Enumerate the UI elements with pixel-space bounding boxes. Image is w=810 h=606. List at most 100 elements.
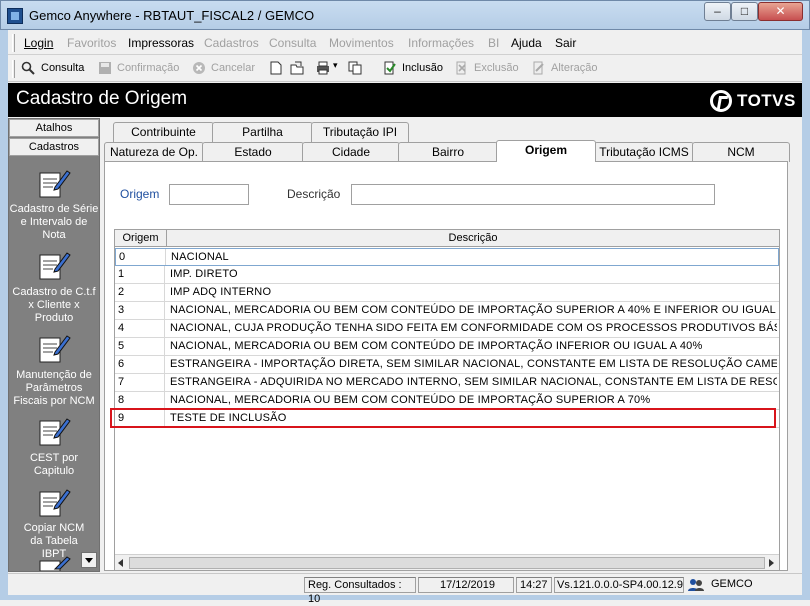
close-button[interactable]: ✕ [758,2,803,21]
cell-descricao: NACIONAL, CUJA PRODUÇÃO TENHA SIDO FEITA… [170,322,777,334]
status-reg-consultados: Reg. Consultados : 10 [304,577,416,605]
tab-cidade[interactable]: Cidade [302,142,400,162]
exclusao-button[interactable]: Exclusão [474,62,519,74]
users-icon [688,579,704,591]
menu-ajuda[interactable]: Ajuda [511,36,542,50]
printer-dropdown-icon[interactable]: ▾ [333,60,338,71]
table-row[interactable]: 0 NACIONAL [115,248,779,266]
cell-origem: 0 [116,249,166,265]
menu-favoritos[interactable]: Favoritos [67,36,116,50]
tab-tributacao-ipi[interactable]: Tributação IPI [311,122,409,142]
cancelar-button[interactable]: Cancelar [211,62,255,74]
document-pen-icon[interactable] [37,415,71,447]
maximize-button[interactable]: □ [731,2,758,21]
new-document-icon[interactable] [269,61,283,75]
document-pen-icon[interactable] [37,332,71,364]
cell-origem: 6 [115,356,165,373]
totvs-logo-mark-icon [710,90,732,112]
toolbar: Consulta Confirmação Cancelar ▾ Inclusão… [8,56,802,82]
descricao-input[interactable] [351,184,715,205]
document-pen-icon[interactable] [37,249,71,281]
status-version: Vs.121.0.0.0-SP4.00.12.9 [554,577,684,593]
cell-origem: 5 [115,338,165,355]
scroll-right-arrow-icon[interactable] [769,559,774,567]
origem-input[interactable] [169,184,249,205]
menu-sair[interactable]: Sair [555,36,576,50]
menu-cadastros[interactable]: Cadastros [204,36,259,50]
cell-origem: 1 [115,266,165,283]
document-pen-icon[interactable] [37,555,71,571]
origem-label: Origem [120,187,160,201]
window-title: Gemco Anywhere - RBTAUT_FISCAL2 / GEMCO [29,8,315,23]
alteracao-button[interactable]: Alteração [551,62,597,74]
tab-partilha[interactable]: Partilha [212,122,313,142]
cell-descricao: NACIONAL, MERCADORIA OU BEM COM CONTEÚDO… [170,340,703,352]
sidebar-item-parametros-ncm[interactable]: Manutenção de Parâmetros Fiscais por NCM [9,369,99,408]
page-title: Cadastro de Origem [16,88,188,109]
origem-grid[interactable]: Origem Descrição 0 NACIONAL 1 IMP. DIRETO 2 I… [114,229,780,571]
toolbar-grip[interactable] [12,60,15,78]
status-date: 17/12/2019 [418,577,514,593]
confirmacao-button[interactable]: Confirmação [117,62,179,74]
cell-descricao: NACIONAL, MERCADORIA OU BEM COM CONTEÚDO… [170,304,777,316]
cell-origem: 4 [115,320,165,337]
copy-icon[interactable] [348,61,362,75]
horizontal-scrollbar[interactable] [115,554,779,570]
cell-descricao: IMP ADQ INTERNO [170,286,272,298]
scroll-left-arrow-icon[interactable] [118,559,123,567]
sidebar-item-cest[interactable]: CEST por Capitulo [9,452,99,478]
menu-login[interactable]: Login [24,36,53,50]
printer-icon[interactable] [316,61,330,75]
title-bar[interactable]: Gemco Anywhere - RBTAUT_FISCAL2 / GEMCO … [0,0,810,30]
column-header-descricao[interactable]: Descrição [167,230,779,247]
cancel-icon [193,62,205,74]
add-record-icon [384,61,396,75]
consulta-button[interactable]: Consulta [41,62,84,74]
menu-bar: Login Favoritos Impressoras Cadastros Co… [8,31,802,55]
tab-tributacao-icms[interactable]: Tributação ICMS [594,142,694,162]
menu-grip[interactable] [12,34,15,52]
table-row[interactable]: 2 IMP ADQ INTERNO [115,284,779,302]
screen-header: Cadastro de Origem TOTVS [8,83,802,117]
search-icon [21,61,35,75]
totvs-logo: TOTVS [710,89,798,113]
table-row[interactable]: 4 NACIONAL, CUJA PRODUÇÃO TENHA SIDO FEIT… [115,320,779,338]
tab-estado[interactable]: Estado [202,142,304,162]
menu-bi[interactable]: BI [488,36,499,50]
document-pen-icon[interactable] [37,486,71,518]
sidebar: Atalhos Cadastros Cadastro de Série e In… [8,118,100,572]
table-row[interactable]: 6 ESTRANGEIRA - IMPORTAÇÃO DIRETA, SEM SI… [115,356,779,374]
sidebar-item-ctf-cliente[interactable]: Cadastro de C.t.f x Cliente x Produto [9,286,99,325]
edit-record-icon [533,61,544,75]
table-row[interactable]: 5 NACIONAL, MERCADORIA OU BEM COM CONTEÚD… [115,338,779,356]
sidebar-item-serie-intervalo[interactable]: Cadastro de Série e Intervalo de Nota [9,203,99,242]
menu-impressoras[interactable]: Impressoras [128,36,194,50]
menu-consulta[interactable]: Consulta [269,36,316,50]
menu-informacoes[interactable]: Informações [408,36,474,50]
tab-contribuinte[interactable]: Contribuinte [113,122,214,142]
document-pen-icon[interactable] [37,167,71,199]
table-row[interactable]: 3 NACIONAL, MERCADORIA OU BEM COM CONTEÚD… [115,302,779,320]
delete-record-icon [456,61,466,75]
totvs-logo-text: TOTVS [737,91,796,110]
grid-header: Origem Descrição [115,230,779,247]
cell-descricao: NACIONAL, MERCADORIA OU BEM COM CONTEÚDO… [170,394,651,406]
sidebar-tab-cadastros[interactable]: Cadastros [9,138,99,156]
inclusao-button[interactable]: Inclusão [402,62,443,74]
sidebar-scroll-down-button[interactable] [81,552,97,568]
menu-movimentos[interactable]: Movimentos [329,36,394,50]
minimize-button[interactable]: – [704,2,731,21]
open-document-icon[interactable] [290,61,304,75]
tab-bairro[interactable]: Bairro [398,142,498,162]
table-row[interactable]: 7 ESTRANGEIRA - ADQUIRIDA NO MERCADO INTE… [115,374,779,392]
scroll-thumb[interactable] [129,557,765,569]
tab-origem[interactable]: Origem [496,140,596,162]
cell-descricao: NACIONAL [171,251,229,263]
table-row[interactable]: 1 IMP. DIRETO [115,266,779,284]
column-header-origem[interactable]: Origem [115,230,167,247]
sidebar-tab-atalhos[interactable]: Atalhos [9,119,99,137]
status-bar: Reg. Consultados : 10 17/12/2019 14:27 V… [8,573,802,605]
tab-ncm[interactable]: NCM [692,142,790,162]
tab-natureza-op[interactable]: Natureza de Op. [104,142,204,162]
cell-origem: 2 [115,284,165,301]
